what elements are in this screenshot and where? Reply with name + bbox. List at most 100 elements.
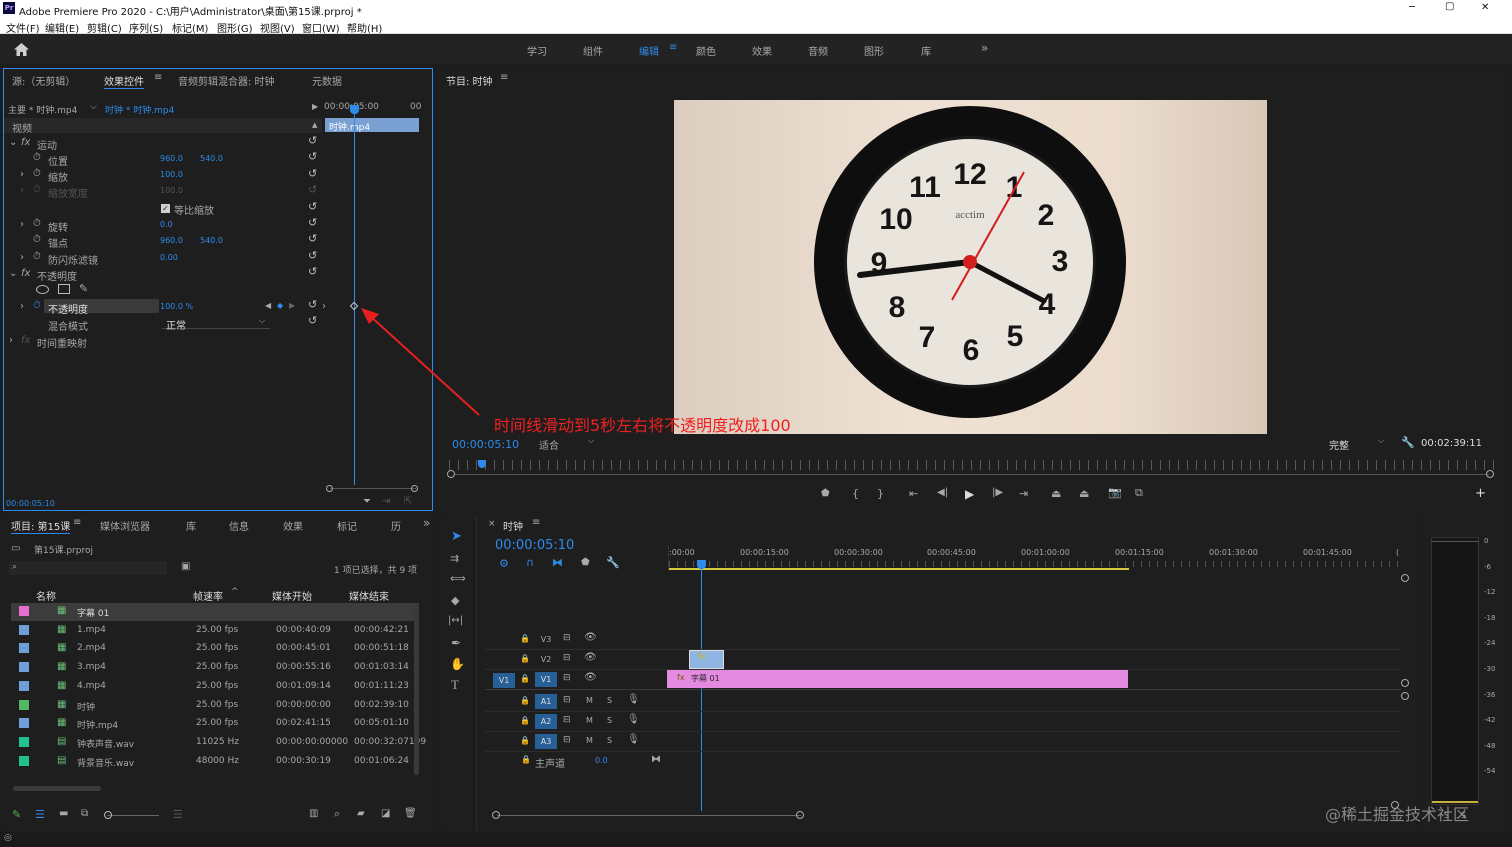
time-remap-label[interactable]: 时间重映射 xyxy=(37,335,87,350)
reset-icon[interactable]: ↺ xyxy=(308,299,317,310)
project-list-item[interactable]: ▦ 3.mp4 25.00 fps 00:00:55:16 00:01:03:14 xyxy=(11,659,419,677)
column-name[interactable]: 名称 xyxy=(36,588,56,603)
expand-arrow-icon[interactable]: › xyxy=(20,219,24,230)
project-list-item[interactable]: ▦ 4.mp4 25.00 fps 00:01:09:14 00:01:11:23 xyxy=(11,678,419,696)
menu-edit[interactable]: 编辑(E) xyxy=(45,20,79,35)
reset-icon[interactable]: ↺ xyxy=(308,266,317,277)
anchor-x-value[interactable]: 960.0 xyxy=(160,236,183,245)
new-bin-from-search-icon[interactable]: ▣ xyxy=(181,561,190,572)
timeline-ruler[interactable]: :00:00 00:00:15:00 00:00:30:00 00:00:45:… xyxy=(668,545,1404,571)
effect-controls-timecode[interactable]: 00:00:05:10 xyxy=(6,499,55,508)
expand-arrow-icon[interactable]: › xyxy=(20,252,24,263)
tab-media-browser[interactable]: 媒体浏览器 xyxy=(100,518,150,533)
track-target-v1[interactable]: V1 xyxy=(535,672,557,687)
tab-markers[interactable]: 标记 xyxy=(337,518,357,533)
track-target-a3[interactable]: A3 xyxy=(535,734,557,749)
zoom-handle-right[interactable] xyxy=(1486,470,1494,478)
lock-icon[interactable]: 🔒 xyxy=(520,674,530,683)
scale-value[interactable]: 100.0 xyxy=(160,170,183,179)
pen-tool-icon[interactable]: ✒ xyxy=(451,636,461,650)
mini-clip-bar[interactable]: 时钟.mp4 xyxy=(325,118,419,133)
timeline-timecode[interactable]: 00:00:05:10 xyxy=(495,538,574,553)
label-color-swatch[interactable] xyxy=(19,606,29,616)
ripple-edit-tool-icon[interactable]: ⟺ xyxy=(450,572,466,585)
new-item-icon[interactable]: ◪ xyxy=(381,808,390,819)
reset-icon[interactable]: ↺ xyxy=(308,135,317,146)
rotation-value[interactable]: 0.0 xyxy=(160,220,173,229)
lock-icon[interactable]: 🔒 xyxy=(520,696,530,705)
go-to-out-icon[interactable]: ⇥ xyxy=(1019,487,1028,500)
list-view-icon[interactable]: ☰ xyxy=(35,808,45,821)
v2-clip[interactable]: fx xyxy=(689,650,724,669)
add-button-icon[interactable]: + xyxy=(1475,486,1486,501)
sync-lock-icon[interactable]: ⊟ xyxy=(563,653,571,663)
sync-lock-icon[interactable]: ⊟ xyxy=(563,633,571,643)
zoom-handle-left[interactable] xyxy=(447,470,455,478)
step-back-icon[interactable]: ◀| xyxy=(937,487,948,498)
label-color-swatch[interactable] xyxy=(19,662,29,673)
column-media-end[interactable]: 媒体结束 xyxy=(349,588,389,603)
pen-mask-icon[interactable]: ✎ xyxy=(79,282,88,295)
master-volume[interactable]: 0.0 xyxy=(595,756,608,765)
lock-icon[interactable]: 🔒 xyxy=(520,634,530,643)
source-patch-v1[interactable]: V1 xyxy=(493,673,515,688)
camera-icon[interactable]: 📷 xyxy=(1108,486,1122,499)
track-target-a1[interactable]: A1 xyxy=(535,694,557,709)
microphone-icon[interactable]: 🎙 xyxy=(627,734,640,745)
selection-tool-icon[interactable]: ➤ xyxy=(451,529,462,544)
mini-playhead-handle[interactable] xyxy=(350,105,359,114)
export-icon[interactable]: ⇥ xyxy=(382,496,390,507)
project-search-input[interactable]: ⌕ xyxy=(9,561,167,575)
sort-ascending-icon[interactable]: ^ xyxy=(231,587,239,597)
program-scrub-ruler[interactable] xyxy=(449,460,1494,470)
menu-window[interactable]: 窗口(W) xyxy=(302,20,340,35)
timeline-h-scrollbar[interactable] xyxy=(497,815,801,816)
close-button[interactable]: ✕ xyxy=(1481,2,1489,13)
minimize-button[interactable]: ─ xyxy=(1409,2,1415,13)
microphone-icon[interactable]: 🎙 xyxy=(627,714,640,725)
anchor-y-value[interactable]: 540.0 xyxy=(200,236,223,245)
timeline-settings-wrench-icon[interactable]: 🔧 xyxy=(606,556,620,569)
tab-effects[interactable]: 效果 xyxy=(283,518,303,533)
workspace-learn[interactable]: 学习 xyxy=(527,43,547,58)
blend-mode-dropdown[interactable]: 正常 ⌵ xyxy=(162,316,270,332)
stopwatch-icon[interactable]: ⏱ xyxy=(33,168,41,179)
freeform-view-icon[interactable]: ⧉ xyxy=(81,808,88,819)
reset-icon[interactable]: ↺ xyxy=(308,233,317,244)
expand-arrow-icon[interactable]: › xyxy=(9,335,13,346)
reset-icon[interactable]: ↺ xyxy=(308,151,317,162)
label-color-swatch[interactable] xyxy=(19,680,29,691)
automate-sequence-icon[interactable]: ▥ xyxy=(309,808,318,819)
play-only-icon[interactable]: ▶ xyxy=(312,102,318,111)
label-color-swatch[interactable] xyxy=(19,624,29,635)
tabs-more-button[interactable]: » xyxy=(423,516,430,530)
step-forward-icon[interactable]: |▶ xyxy=(992,487,1003,498)
h-scroll-right[interactable] xyxy=(796,811,804,819)
expand-arrow-icon[interactable]: › xyxy=(322,301,326,312)
menu-clip[interactable]: 剪辑(C) xyxy=(87,20,122,35)
icon-view-icon[interactable]: ▬ xyxy=(59,808,68,819)
label-color-swatch[interactable] xyxy=(19,736,29,747)
h-scroll-left[interactable] xyxy=(492,811,500,819)
project-list-item[interactable]: ▤ 钟表声音.wav 11025 Hz 00:00:00:00000 00:00:32:… xyxy=(11,734,426,752)
v-scroll-top[interactable] xyxy=(1401,574,1409,582)
workspace-editing[interactable]: 编辑 xyxy=(639,43,659,58)
tab-history[interactable]: 历 xyxy=(391,518,401,533)
mute-button[interactable]: M xyxy=(586,696,593,705)
solo-button[interactable]: S xyxy=(607,696,612,705)
v1-title-clip[interactable]: fx 字幕 01 xyxy=(667,670,1128,688)
track-target-v2[interactable]: V2 xyxy=(535,652,557,667)
panel-menu-icon[interactable]: ≡ xyxy=(73,517,81,528)
label-color-swatch[interactable] xyxy=(19,699,29,710)
reset-icon[interactable]: ↺ xyxy=(308,201,317,212)
tab-info[interactable]: 信息 xyxy=(229,518,249,533)
program-monitor-tab[interactable]: 节目: 时钟 xyxy=(446,73,493,88)
zoom-slider-handle[interactable] xyxy=(104,811,112,819)
opacity-value[interactable]: 100.0 % xyxy=(160,302,193,311)
workspace-more-button[interactable]: » xyxy=(981,41,988,55)
lock-icon[interactable]: 🔒 xyxy=(521,755,531,764)
program-zoom-bar[interactable] xyxy=(455,474,1489,475)
add-marker-icon[interactable]: ⬟ xyxy=(581,557,590,568)
project-list-item[interactable]: ▦ 时钟 25.00 fps 00:00:00:00 00:02:39:10 xyxy=(11,697,419,715)
program-playhead[interactable] xyxy=(478,460,486,468)
